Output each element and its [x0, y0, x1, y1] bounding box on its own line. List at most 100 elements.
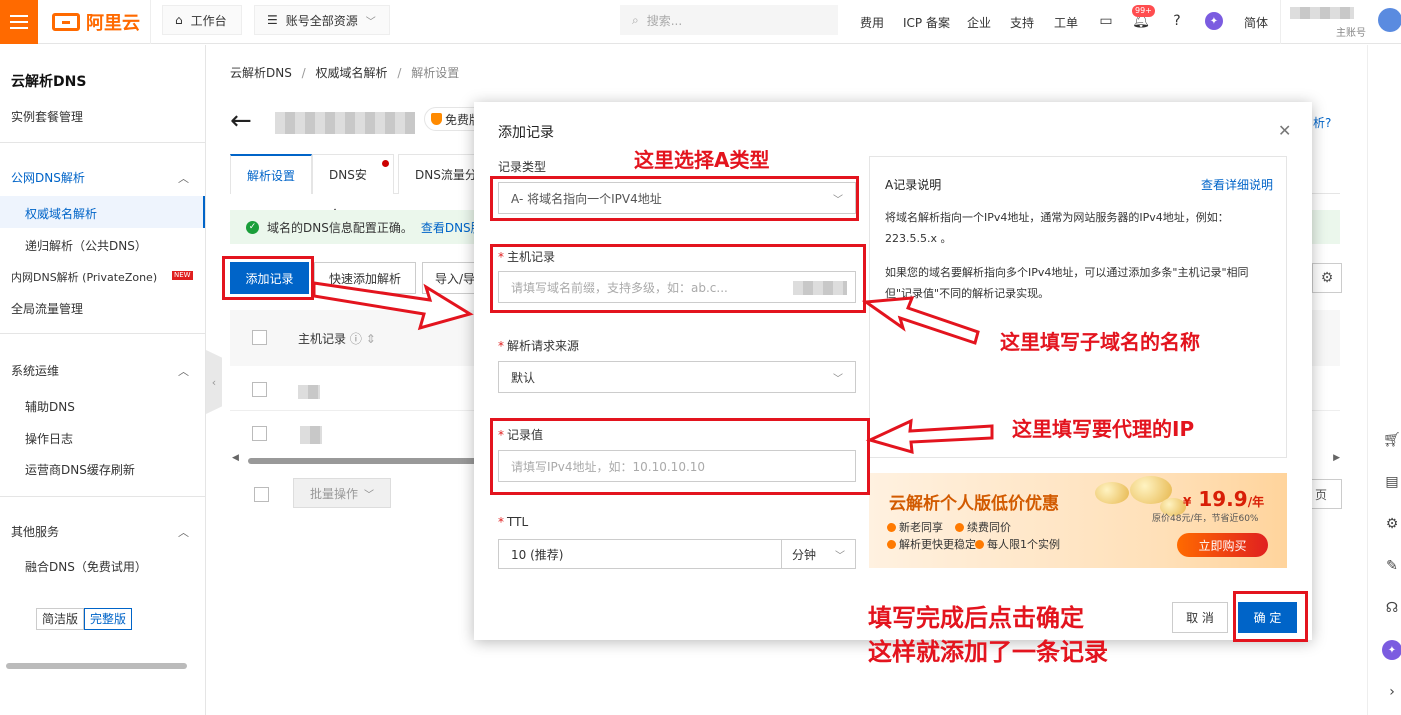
version-simple-button[interactable]: 简洁版: [36, 608, 85, 630]
annotation-proxy-ip: 这里填写要代理的IP: [1012, 417, 1195, 441]
help-icon[interactable]: ?: [1168, 12, 1186, 30]
scroll-right-icon[interactable]: ▶: [1333, 453, 1340, 463]
top-bar: 阿里云 ⌂ 工作台 ☰ 账号全部资源 ﹀ ⌕ 搜索... 费用 ICP 备案 企…: [0, 0, 1401, 44]
select-all-checkbox[interactable]: [252, 330, 267, 345]
chevron-up-icon[interactable]: ︿: [178, 363, 189, 379]
headset-icon[interactable]: ☊: [1382, 598, 1401, 618]
quick-add-button[interactable]: 快速添加解析: [314, 262, 416, 294]
top-link-enterprise[interactable]: 企业: [967, 14, 991, 31]
request-source-value: 默认: [511, 370, 536, 385]
sidebar-item-fusion-dns[interactable]: 融合DNS（免费试用）: [25, 558, 147, 575]
version-full-button[interactable]: 完整版: [84, 608, 133, 630]
ttl-value: 10 (推荐): [511, 547, 564, 562]
workbench-button[interactable]: ⌂ 工作台: [162, 5, 242, 35]
chevron-left-icon: ‹: [211, 375, 217, 389]
back-arrow-icon[interactable]: ←: [230, 106, 252, 136]
help-link[interactable]: 析?: [1313, 114, 1331, 131]
ai-assistant-icon[interactable]: ✦: [1382, 640, 1401, 660]
resource-scope-select[interactable]: ☰ 账号全部资源 ﹀: [254, 5, 390, 35]
sidebar-scrollbar[interactable]: [6, 663, 187, 669]
gear-icon[interactable]: ⚙: [1312, 263, 1342, 293]
sidebar-item-op-log[interactable]: 操作日志: [25, 430, 73, 447]
request-source-label-text: 解析请求来源: [507, 339, 580, 353]
menu-icon[interactable]: [0, 0, 38, 44]
check-circle-icon: ✓: [246, 220, 259, 234]
sidebar-item-other[interactable]: 其他服务: [11, 523, 59, 540]
breadcrumb: 云解析DNS / 权威域名解析 / 解析设置: [230, 66, 460, 80]
info-paragraph: 如果您的域名要解析指向多个IPv4地址，可以通过添加多条"主机记录"相同但"记录…: [885, 266, 1249, 300]
avatar[interactable]: [1378, 8, 1401, 32]
help-icon[interactable]: ⓘ: [350, 332, 362, 346]
tab-label: DNS流量分: [415, 168, 477, 182]
annotation-box-confirm: [1233, 591, 1308, 642]
chevron-right-icon[interactable]: ›: [1382, 682, 1401, 702]
cancel-button[interactable]: 取 消: [1172, 602, 1228, 633]
sidebar-item-authoritative[interactable]: 权威域名解析: [25, 205, 97, 222]
divider: [0, 496, 205, 497]
terminal-icon[interactable]: ▭: [1097, 12, 1115, 30]
sort-icon[interactable]: ⇕: [366, 332, 376, 346]
sidebar-item-isp-cache[interactable]: 运营商DNS缓存刷新: [25, 461, 135, 478]
promo-original-price: 原价48元/年，节省近60%: [1152, 514, 1259, 524]
ttl-input[interactable]: 10 (推荐): [498, 539, 782, 569]
info-title: A记录说明: [885, 178, 942, 192]
table-row: [300, 426, 322, 444]
promo-feature-text: 新老同享: [899, 521, 943, 534]
ttl-unit-select[interactable]: 分钟 ﹀: [782, 539, 856, 569]
cart-icon[interactable]: 🛒︎: [1382, 430, 1401, 450]
chevron-up-icon[interactable]: ︿: [178, 524, 189, 540]
breadcrumb-item[interactable]: 权威域名解析: [316, 66, 388, 80]
footer-checkbox[interactable]: [254, 487, 269, 502]
sidebar-item-gtm[interactable]: 全局流量管理: [11, 300, 83, 317]
row-checkbox[interactable]: [252, 426, 267, 441]
import-export-button[interactable]: 导入/导: [422, 262, 478, 294]
sidebar-item-recursive[interactable]: 递归解析（公共DNS）: [25, 237, 147, 254]
sidebar-collapse-handle[interactable]: ‹: [206, 350, 222, 414]
annotation-box-host-record: [490, 244, 866, 313]
promo-feature-text: 续费同价: [967, 521, 1011, 534]
divider: [0, 142, 205, 143]
top-link-billing[interactable]: 费用: [860, 14, 884, 31]
row-checkbox[interactable]: [252, 382, 267, 397]
top-link-ticket[interactable]: 工单: [1054, 14, 1078, 31]
workbench-label: 工作台: [190, 13, 227, 28]
sidebar-item-instances[interactable]: 实例套餐管理: [11, 108, 83, 125]
ttl-label: * TTL: [498, 515, 529, 529]
settings-icon[interactable]: ⚙: [1382, 514, 1401, 534]
divider: [150, 0, 151, 44]
logo-text: 阿里云: [86, 13, 140, 34]
language-switch[interactable]: 简体: [1244, 14, 1268, 31]
sidebar-item-public-dns[interactable]: 公网DNS解析: [11, 169, 85, 186]
buy-now-button[interactable]: 立即购买: [1177, 533, 1268, 557]
promo-feature: 每人限1个实例: [975, 536, 1060, 552]
ttl-label-text: TTL: [507, 515, 529, 529]
bullet-icon: [887, 539, 896, 549]
record-type-label: 记录类型: [498, 160, 547, 174]
sidebar-item-ops[interactable]: 系统运维: [11, 362, 59, 379]
divider: [0, 333, 205, 334]
search-placeholder: 搜索...: [646, 13, 683, 28]
top-link-support[interactable]: 支持: [1010, 14, 1034, 31]
scrollbar-thumb[interactable]: [248, 458, 478, 464]
ai-assistant-icon[interactable]: ✦: [1205, 12, 1223, 30]
sidebar-item-private-zone[interactable]: 内网DNS解析 (PrivateZone): [11, 269, 157, 285]
aliyun-logo[interactable]: 阿里云: [52, 10, 140, 34]
breadcrumb-item[interactable]: 云解析DNS: [230, 66, 292, 80]
tab-dns-security[interactable]: DNS安全: [312, 154, 394, 222]
view-details-link[interactable]: 查看详细说明: [1201, 176, 1273, 193]
promo-feature: 解析更快更稳定: [887, 536, 976, 552]
scroll-left-icon[interactable]: ◀: [232, 453, 239, 463]
edit-icon[interactable]: ✎: [1382, 556, 1401, 576]
annotation-box-record-value: [490, 418, 870, 495]
close-icon[interactable]: ✕: [1278, 121, 1291, 140]
sidebar-item-aux-dns[interactable]: 辅助DNS: [25, 398, 75, 415]
search-input[interactable]: ⌕ 搜索...: [620, 5, 838, 35]
batch-operation-button[interactable]: 批量操作 ﹀: [293, 478, 391, 508]
tab-dns-settings[interactable]: 解析设置: [230, 154, 312, 194]
document-icon[interactable]: ▤: [1382, 472, 1401, 492]
top-link-icp[interactable]: ICP 备案: [903, 14, 950, 31]
promo-title: 云解析个人版低价优惠: [889, 494, 1059, 514]
chevron-up-icon[interactable]: ︿: [178, 170, 189, 186]
request-source-select[interactable]: 默认 ﹀: [498, 361, 856, 393]
chevron-down-icon: ﹀: [364, 489, 374, 501]
